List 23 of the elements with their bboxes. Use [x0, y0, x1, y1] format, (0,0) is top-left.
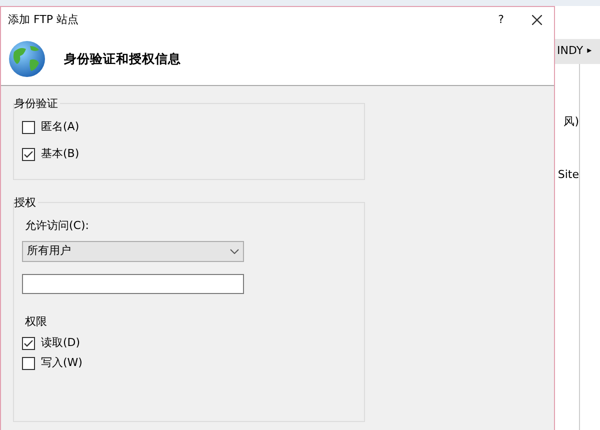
checkbox-label: 匿名(A): [41, 120, 80, 134]
group-label: 身份验证: [14, 96, 60, 111]
window-title: 添加 FTP 站点: [8, 12, 78, 28]
breadcrumb-arrow[interactable]: ▸: [587, 44, 592, 58]
checkbox-label: 基本(B): [41, 147, 80, 161]
checkbox[interactable]: [22, 120, 35, 134]
field-label: 允许访问(C):: [25, 218, 89, 234]
group-label: 授权: [14, 195, 38, 210]
checkbox[interactable]: [22, 356, 35, 370]
globe-icon: [8, 40, 46, 78]
page-heading: 身份验证和授权信息: [64, 50, 181, 68]
list-item[interactable]: 风): [564, 114, 579, 130]
breadcrumb-item[interactable]: INDY: [557, 43, 584, 60]
access-dropdown[interactable]: 所有用户: [22, 240, 244, 262]
close-icon[interactable]: [532, 15, 542, 25]
checkbox[interactable]: [22, 336, 35, 350]
chevron-icon: [230, 248, 239, 254]
checkbox-label: 写入(W): [41, 356, 82, 370]
section-label: 权限: [25, 314, 47, 330]
checkbox-label: 读取(D): [41, 336, 80, 350]
list-item[interactable]: Site: [558, 166, 579, 183]
help-button[interactable]: ?: [498, 12, 504, 28]
checkbox[interactable]: [22, 148, 35, 160]
